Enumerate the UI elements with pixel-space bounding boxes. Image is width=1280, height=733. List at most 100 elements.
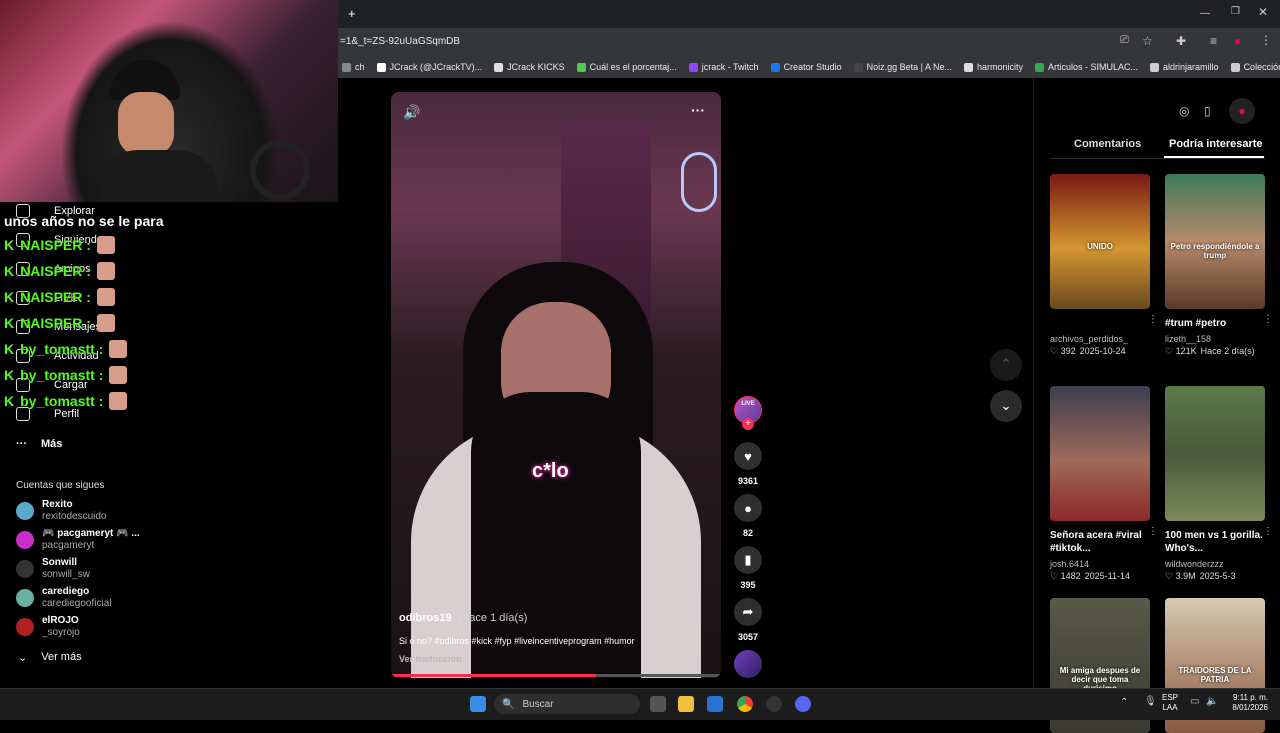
new-tab-button[interactable]: + xyxy=(348,6,356,21)
comment-action[interactable]: ● 82 xyxy=(734,494,762,538)
sound-disc[interactable] xyxy=(734,650,762,678)
device-icon[interactable]: ▯ xyxy=(1204,104,1211,118)
comment-icon[interactable]: ● xyxy=(734,494,762,522)
minimize-icon[interactable]: — xyxy=(1200,8,1210,19)
video-thumbnail[interactable]: Petro respondiéndole a trump xyxy=(1165,174,1265,309)
heart-outline-icon: ♡ xyxy=(1165,346,1176,356)
network-icon[interactable]: ▭ xyxy=(1190,696,1199,707)
taskbar-search[interactable]: 🔍 Buscar xyxy=(494,694,640,714)
video-thumbnail[interactable] xyxy=(1050,386,1150,521)
video-author[interactable]: odibros19 xyxy=(399,612,452,624)
compass-icon[interactable]: ◎ xyxy=(1179,104,1189,118)
card-user[interactable]: archivos_perdidos_ xyxy=(1050,334,1150,344)
card-title: Señora acera #viral #tiktok... xyxy=(1050,530,1142,554)
followed-account[interactable]: carediego carediegooficial xyxy=(16,586,112,610)
close-window-icon[interactable]: ✕ xyxy=(1258,5,1268,19)
obs-icon[interactable] xyxy=(766,696,782,712)
card-more-icon[interactable]: ⋮ xyxy=(1148,314,1158,325)
windows-start-icon[interactable] xyxy=(470,696,486,712)
user-avatar-icon[interactable]: ● xyxy=(1229,98,1255,124)
suggested-video-card[interactable]: UNIDO archivos_perdidos_ ♡ 392 2025-10-24 ⋮ xyxy=(1050,174,1158,357)
clock[interactable]: 9:11 p. m. 8/01/2026 xyxy=(1226,693,1268,713)
next-video-button[interactable]: ⌄ xyxy=(990,390,1022,422)
bookmark-item[interactable]: jcrack - Twitch xyxy=(688,62,759,72)
more-menu-item[interactable]: ··· Más xyxy=(16,438,62,450)
video-thumbnail[interactable] xyxy=(1165,386,1265,521)
tab-comments[interactable]: Comentarios xyxy=(1074,138,1141,150)
microphone-icon[interactable]: 🎙 xyxy=(1144,696,1157,707)
bookmark-favicon-icon xyxy=(576,62,586,72)
followed-account[interactable]: 🎮 pacgameryt 🎮 ... pacgameryt xyxy=(16,528,140,552)
volume-tray-icon[interactable]: 🔈 xyxy=(1206,696,1218,707)
bookmark-item[interactable]: Cuál es el porcentaj... xyxy=(576,62,677,72)
card-more-icon[interactable]: ⋮ xyxy=(1263,314,1273,325)
restore-icon[interactable]: ❐ xyxy=(1231,6,1240,17)
cast-icon[interactable]: ⎚ xyxy=(1120,34,1129,47)
extensions-icon[interactable]: ✚ xyxy=(1176,34,1186,48)
card-more-icon[interactable]: ⋮ xyxy=(1263,526,1273,537)
bookmark-item[interactable]: Colección de M_blei... xyxy=(1230,62,1280,72)
translate-link[interactable]: Ver traducción xyxy=(399,654,462,664)
card-more-icon[interactable]: ⋮ xyxy=(1148,526,1158,537)
chat-username: NAISPER : xyxy=(20,289,91,305)
suggested-video-card[interactable]: Señora acera #viral #tiktok... josh.6414 ♡… xyxy=(1050,386,1158,582)
chrome-icon[interactable] xyxy=(737,696,753,712)
heart-icon[interactable]: ♥ xyxy=(734,442,762,470)
media-icon[interactable]: ≡ xyxy=(1210,34,1217,48)
bookmark-item[interactable]: JCrack (@JCrackTV)... xyxy=(376,62,482,72)
menu-icon[interactable]: ⋮ xyxy=(1260,33,1272,47)
music-disc-icon xyxy=(734,650,762,678)
see-more-link[interactable]: ⌄ Ver más xyxy=(18,651,82,664)
task-view-icon[interactable] xyxy=(650,696,666,712)
suggested-video-card[interactable]: 100 men vs 1 gorilla. Who's... wildwonder… xyxy=(1165,386,1273,582)
bookmark-item[interactable]: Noiz.gg Beta | A Ne... xyxy=(853,62,952,72)
share-icon[interactable]: ➦ xyxy=(734,598,762,626)
bookmark-item[interactable]: Articulos - SIMULAC... xyxy=(1035,62,1138,72)
bookmark-star-icon[interactable]: ☆ xyxy=(1142,34,1153,48)
streamer-body xyxy=(98,150,218,202)
save-action[interactable]: ▮ 395 xyxy=(734,546,762,590)
mail-icon[interactable] xyxy=(707,696,723,712)
chat-message: K NAISPER : xyxy=(4,314,115,332)
profile-icon[interactable]: ● xyxy=(1234,34,1241,48)
followed-account[interactable]: Rexito rexitodescuido xyxy=(16,499,106,523)
followed-account[interactable]: elROJO _soyrojo xyxy=(16,615,80,639)
language-indicator[interactable]: ESP LAA xyxy=(1162,693,1178,713)
volume-icon[interactable]: 🔊 xyxy=(403,104,420,121)
bookmark-item[interactable]: aldrinjaramillo xyxy=(1150,62,1219,72)
avatar xyxy=(16,589,34,607)
prev-video-button[interactable]: ⌃ xyxy=(990,349,1022,381)
streamer-face xyxy=(118,92,174,156)
discord-icon[interactable] xyxy=(795,696,811,712)
follow-plus-icon[interactable]: + xyxy=(742,418,754,430)
heart-outline-icon: ♡ xyxy=(1050,346,1061,356)
card-user[interactable]: josh.6414 xyxy=(1050,559,1150,569)
more-icon: ··· xyxy=(16,438,27,450)
bookmark-item[interactable]: harmonicity xyxy=(963,62,1023,72)
card-user[interactable]: lizeth__158 xyxy=(1165,334,1265,344)
file-explorer-icon[interactable] xyxy=(678,696,694,712)
bookmark-item[interactable]: JCrack KICKS xyxy=(494,62,565,72)
followed-account[interactable]: Sonwill sonwill_sw xyxy=(16,557,90,581)
share-action[interactable]: ➦ 3057 xyxy=(734,598,762,642)
kick-badge-icon: K xyxy=(4,263,15,279)
tab-suggested[interactable]: Podría interesarte xyxy=(1169,138,1263,150)
more-options-icon[interactable]: ··· xyxy=(691,102,705,118)
chat-emote-icon xyxy=(109,366,128,384)
creator-avatar[interactable]: LIVE + xyxy=(734,396,762,430)
bookmark-favicon-icon xyxy=(1035,62,1044,72)
progress-track[interactable] xyxy=(391,674,721,677)
bookmark-item[interactable]: Creator Studio xyxy=(770,62,842,72)
bookmark-icon[interactable]: ▮ xyxy=(734,546,762,574)
video-thumbnail[interactable]: UNIDO xyxy=(1050,174,1150,309)
kick-badge-icon: K xyxy=(4,289,15,305)
card-user[interactable]: wildwonderzzz xyxy=(1165,559,1265,569)
video-player[interactable]: c*lo 🔊 ··· odibros19 · Hace 1 día(s) Si … xyxy=(391,92,721,678)
bookmark-item[interactable]: ch xyxy=(342,62,365,72)
kick-badge-icon: K xyxy=(4,393,15,409)
account-name: carediego xyxy=(42,586,90,597)
suggested-video-card[interactable]: Petro respondiéndole a trump #trum #petro… xyxy=(1165,174,1273,357)
url-text[interactable]: =1&_t=ZS-92uUaGSqmDB xyxy=(340,36,460,47)
like-action[interactable]: ♥ 9361 xyxy=(734,442,762,486)
tray-chevron-icon[interactable]: ⌃ xyxy=(1120,697,1128,708)
